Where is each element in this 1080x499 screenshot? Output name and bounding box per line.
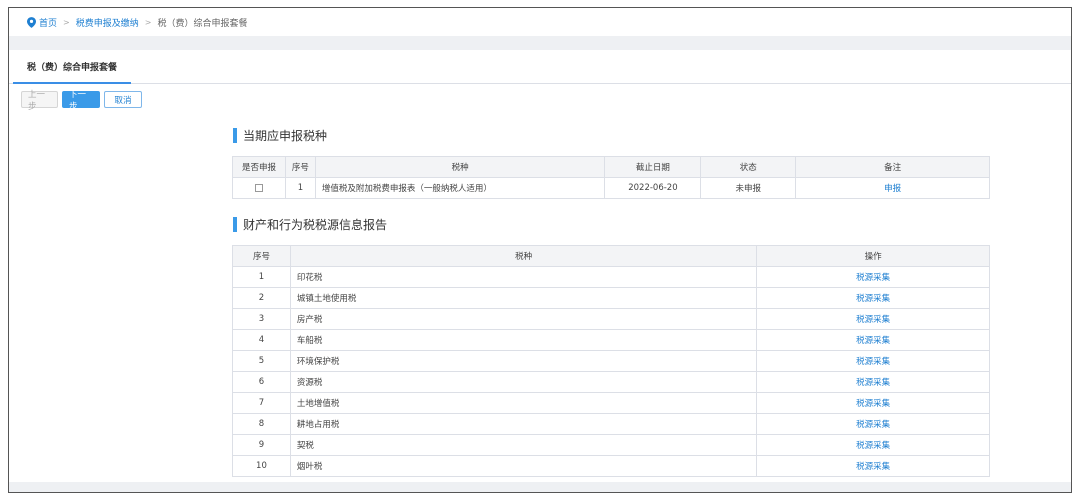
col-header: 税种 xyxy=(289,245,758,267)
tax-cell: 印花税 xyxy=(289,266,758,288)
table-row: 5 环境保护税 税源采集 xyxy=(232,350,990,372)
tax-cell: 契税 xyxy=(289,434,758,456)
table-row: 6 资源税 税源采集 xyxy=(232,371,990,393)
footer-band xyxy=(9,482,1071,492)
col-header: 序号 xyxy=(232,245,291,267)
table-row: 4 车船税 税源采集 xyxy=(232,329,990,351)
tax-cell: 烟叶税 xyxy=(289,455,758,477)
col-header: 状态 xyxy=(700,156,797,178)
tax-cell: 耕地占用税 xyxy=(289,413,758,435)
collect-source-link[interactable]: 税源采集 xyxy=(756,455,990,477)
seq-cell: 3 xyxy=(232,308,291,330)
breadcrumb-home[interactable]: 首页 xyxy=(39,16,57,29)
table-row: 10 烟叶税 税源采集 xyxy=(232,455,990,477)
section-accent-bar xyxy=(233,217,237,232)
tax-cell: 房产税 xyxy=(289,308,758,330)
col-header: 备注 xyxy=(795,156,990,178)
breadcrumb-tax-filing[interactable]: 税费申报及缴纳 xyxy=(76,16,139,29)
col-header: 截止日期 xyxy=(604,156,702,178)
seq-cell: 7 xyxy=(232,392,291,414)
col-header: 是否申报 xyxy=(232,156,286,178)
tax-cell: 城镇土地使用税 xyxy=(289,287,758,309)
section-title-text: 财产和行为税税源信息报告 xyxy=(243,218,388,232)
app-frame: 首页 > 税费申报及缴纳 > 税（费）综合申报套餐 税（费）综合申报套餐 上一步… xyxy=(8,7,1072,493)
section-accent-bar xyxy=(233,128,237,143)
collect-source-link[interactable]: 税源采集 xyxy=(756,434,990,456)
breadcrumb-separator: > xyxy=(63,17,70,27)
table-header-row: 序号 税种 操作 xyxy=(232,245,990,267)
tax-cell: 土地增值税 xyxy=(289,392,758,414)
table-row: 1 印花税 税源采集 xyxy=(232,266,990,288)
tab-combined-filing[interactable]: 税（费）综合申报套餐 xyxy=(13,50,131,84)
next-step-button[interactable]: 下一步 xyxy=(62,90,100,112)
col-header: 税种 xyxy=(314,156,606,178)
seq-cell: 2 xyxy=(232,287,291,309)
collect-source-link[interactable]: 税源采集 xyxy=(756,413,990,435)
table-row: 8 耕地占用税 税源采集 xyxy=(232,413,990,435)
status-cell: 未申报 xyxy=(700,177,797,199)
table-row: 3 房产税 税源采集 xyxy=(232,308,990,330)
table-row: 7 土地增值税 税源采集 xyxy=(232,392,990,414)
table-row: 2 城镇土地使用税 税源采集 xyxy=(232,287,990,309)
prev-step-button[interactable]: 上一步 xyxy=(21,90,58,112)
collect-source-link[interactable]: 税源采集 xyxy=(756,392,990,414)
collect-source-link[interactable]: 税源采集 xyxy=(756,371,990,393)
file-checkbox[interactable] xyxy=(254,183,263,192)
section-property-tax-title: 财产和行为税税源信息报告 xyxy=(233,216,387,233)
breadcrumb-separator: > xyxy=(144,17,152,27)
seq-cell: 9 xyxy=(232,434,291,456)
deadline-cell: 2022-06-20 xyxy=(604,177,702,199)
col-header: 操作 xyxy=(756,245,990,267)
table-header-row: 是否申报 序号 税种 截止日期 状态 备注 xyxy=(232,156,990,178)
table-row: 9 契税 税源采集 xyxy=(232,434,990,456)
tax-cell: 环境保护税 xyxy=(289,350,758,372)
seq-cell: 6 xyxy=(232,371,291,393)
collect-source-link[interactable]: 税源采集 xyxy=(756,350,990,372)
seq-cell: 10 xyxy=(232,455,291,477)
section-current-filing-title: 当期应申报税种 xyxy=(233,127,327,144)
tax-cell: 增值税及附加税费申报表（一般纳税人适用） xyxy=(314,177,606,199)
section-title-text: 当期应申报税种 xyxy=(243,129,328,143)
collect-source-link[interactable]: 税源采集 xyxy=(756,287,990,309)
header-divider-band xyxy=(9,36,1071,50)
breadcrumb-current: 税（费）综合申报套餐 xyxy=(157,18,248,29)
button-row: 上一步 下一步 取消 xyxy=(21,90,142,112)
collect-source-link[interactable]: 税源采集 xyxy=(756,266,990,288)
tax-cell: 资源税 xyxy=(289,371,758,393)
seq-cell: 1 xyxy=(232,266,291,288)
file-checkbox-cell xyxy=(232,177,286,199)
table-row: 1 增值税及附加税费申报表（一般纳税人适用） 2022-06-20 未申报 申报 xyxy=(232,177,990,199)
collect-source-link[interactable]: 税源采集 xyxy=(756,308,990,330)
file-link[interactable]: 申报 xyxy=(795,177,990,199)
tab-bar: 税（费）综合申报套餐 xyxy=(9,50,1071,84)
collect-source-link[interactable]: 税源采集 xyxy=(756,329,990,351)
tax-cell: 车船税 xyxy=(289,329,758,351)
current-filing-table: 是否申报 序号 税种 截止日期 状态 备注 1 增值税及附加税费申报表（一般纳税… xyxy=(232,156,990,199)
location-pin-icon xyxy=(27,16,36,28)
breadcrumb: 首页 > 税费申报及缴纳 > 税（费）综合申报套餐 xyxy=(9,8,1071,36)
seq-cell: 1 xyxy=(284,177,316,199)
seq-cell: 5 xyxy=(232,350,291,372)
property-tax-table: 序号 税种 操作 1 印花税 税源采集 2 城镇土地使用税 税源采集 3 房产税 税源采集 4 车船… xyxy=(232,245,990,477)
cancel-button[interactable]: 取消 xyxy=(104,91,142,108)
col-header: 序号 xyxy=(284,156,316,178)
seq-cell: 4 xyxy=(232,329,291,351)
seq-cell: 8 xyxy=(232,413,291,435)
